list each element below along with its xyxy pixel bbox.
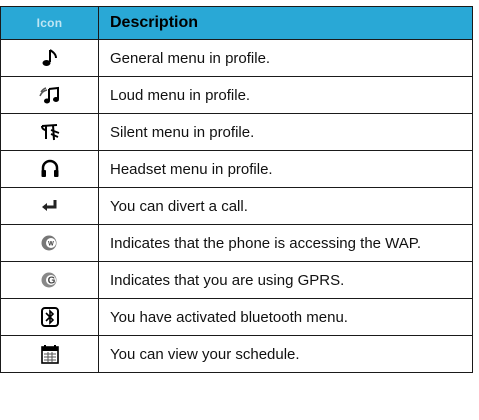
- table-row: General menu in profile.: [0, 39, 473, 77]
- table-row: Silent menu in profile.: [0, 113, 473, 151]
- icon-cell: [0, 187, 99, 225]
- icon-cell: [0, 298, 99, 336]
- description-cell: You have activated bluetooth menu.: [98, 298, 473, 336]
- divert-call-icon: [40, 198, 60, 214]
- icon-cell: G: [0, 261, 99, 299]
- icon-column-header: Icon: [0, 6, 99, 40]
- table-header-row: Icon Description: [0, 6, 473, 40]
- table-row: You can view your schedule.: [0, 335, 473, 373]
- icon-cell: [0, 150, 99, 188]
- svg-text:W: W: [48, 241, 54, 247]
- description-column-header: Description: [98, 6, 473, 40]
- schedule-icon: [40, 344, 60, 364]
- table-row: Loud menu in profile.: [0, 76, 473, 114]
- description-cell: You can divert a call.: [98, 187, 473, 225]
- icon-description-table: Icon Description General menu in profile…: [0, 6, 473, 373]
- svg-text:G: G: [47, 275, 55, 286]
- table-row: Headset menu in profile.: [0, 150, 473, 188]
- description-cell: Indicates that the phone is accessing th…: [98, 224, 473, 262]
- headset-icon: [40, 159, 60, 179]
- wap-icon: W: [39, 234, 61, 252]
- note-icon: [41, 48, 59, 68]
- icon-cell: [0, 335, 99, 373]
- loud-note-icon: [38, 85, 61, 105]
- description-cell: You can view your schedule.: [98, 335, 473, 373]
- icon-cell: [0, 39, 99, 77]
- description-cell: Loud menu in profile.: [98, 76, 473, 114]
- table-row: G Indicates that you are using GPRS.: [0, 261, 473, 299]
- table-row: You have activated bluetooth menu.: [0, 298, 473, 336]
- description-cell: Headset menu in profile.: [98, 150, 473, 188]
- silent-icon: [39, 122, 61, 142]
- description-cell: Indicates that you are using GPRS.: [98, 261, 473, 299]
- description-cell: Silent menu in profile.: [98, 113, 473, 151]
- bluetooth-icon: [40, 307, 59, 327]
- icon-cell: [0, 76, 99, 114]
- icon-cell: [0, 113, 99, 151]
- table-row: W Indicates that the phone is accessing …: [0, 224, 473, 262]
- table-row: You can divert a call.: [0, 187, 473, 225]
- icon-cell: W: [0, 224, 99, 262]
- gprs-icon: G: [39, 271, 61, 289]
- description-cell: General menu in profile.: [98, 39, 473, 77]
